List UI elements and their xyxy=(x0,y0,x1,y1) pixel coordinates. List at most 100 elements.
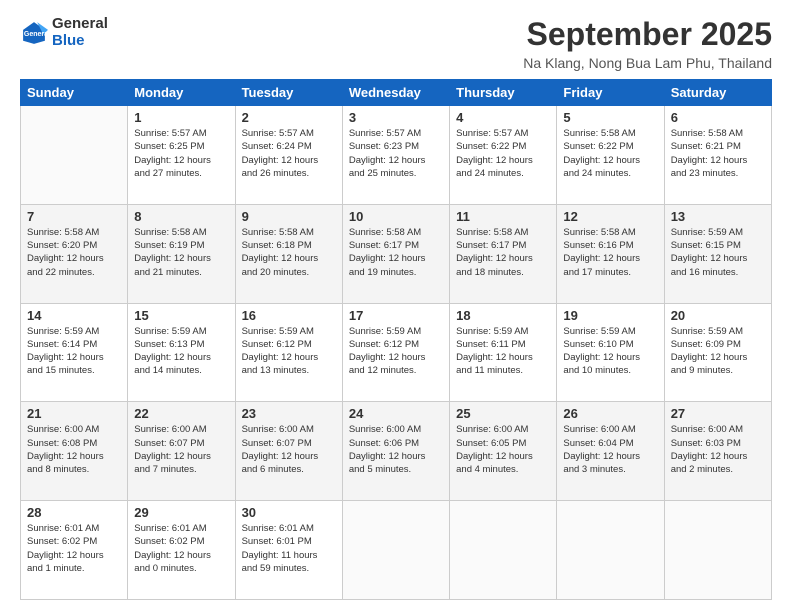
calendar-cell: 11Sunrise: 5:58 AM Sunset: 6:17 PM Dayli… xyxy=(450,204,557,303)
day-number: 19 xyxy=(563,308,657,323)
page: General General Blue September 2025 Na K… xyxy=(0,0,792,612)
location: Na Klang, Nong Bua Lam Phu, Thailand xyxy=(523,55,772,71)
day-number: 21 xyxy=(27,406,121,421)
day-info: Sunrise: 6:00 AM Sunset: 6:06 PM Dayligh… xyxy=(349,423,443,476)
day-info: Sunrise: 5:58 AM Sunset: 6:20 PM Dayligh… xyxy=(27,226,121,279)
svg-text:General: General xyxy=(24,31,48,38)
day-info: Sunrise: 5:59 AM Sunset: 6:12 PM Dayligh… xyxy=(242,325,336,378)
calendar-cell: 8 Sunrise: 5:58 AM Sunset: 6:19 PM Daylig… xyxy=(128,204,235,303)
day-number: 5 xyxy=(563,110,657,125)
day-number: 16 xyxy=(242,308,336,323)
calendar-cell: 25Sunrise: 6:00 AM Sunset: 6:05 PM Dayli… xyxy=(450,402,557,501)
month-title: September 2025 xyxy=(523,16,772,53)
calendar-week-row-3: 21 Sunrise: 6:00 AM Sunset: 6:08 PM Dayli… xyxy=(21,402,772,501)
calendar-cell xyxy=(21,106,128,205)
calendar-cell: 13Sunrise: 5:59 AM Sunset: 6:15 PM Dayli… xyxy=(664,204,771,303)
calendar-cell xyxy=(664,501,771,600)
col-monday: Monday xyxy=(128,80,235,106)
day-info: Sunrise: 6:00 AM Sunset: 6:05 PM Dayligh… xyxy=(456,423,550,476)
day-number: 30 xyxy=(242,505,336,520)
calendar-cell: 30Sunrise: 6:01 AM Sunset: 6:01 PM Dayli… xyxy=(235,501,342,600)
calendar-cell xyxy=(450,501,557,600)
calendar-cell xyxy=(342,501,449,600)
day-number: 18 xyxy=(456,308,550,323)
calendar-week-row-2: 14 Sunrise: 5:59 AM Sunset: 6:14 PM Dayli… xyxy=(21,303,772,402)
calendar-cell: 4 Sunrise: 5:57 AM Sunset: 6:22 PM Daylig… xyxy=(450,106,557,205)
day-number: 26 xyxy=(563,406,657,421)
day-number: 13 xyxy=(671,209,765,224)
calendar-header-row: Sunday Monday Tuesday Wednesday Thursday… xyxy=(21,80,772,106)
calendar-table: Sunday Monday Tuesday Wednesday Thursday… xyxy=(20,79,772,600)
calendar-cell: 22 Sunrise: 6:00 AM Sunset: 6:07 PM Dayli… xyxy=(128,402,235,501)
calendar-cell: 26 Sunrise: 6:00 AM Sunset: 6:04 PM Dayli… xyxy=(557,402,664,501)
calendar-cell: 16 Sunrise: 5:59 AM Sunset: 6:12 PM Dayli… xyxy=(235,303,342,402)
title-area: September 2025 Na Klang, Nong Bua Lam Ph… xyxy=(523,16,772,71)
day-info: Sunrise: 5:59 AM Sunset: 6:11 PM Dayligh… xyxy=(456,325,550,378)
calendar-cell: 24 Sunrise: 6:00 AM Sunset: 6:06 PM Dayli… xyxy=(342,402,449,501)
day-info: Sunrise: 5:57 AM Sunset: 6:25 PM Dayligh… xyxy=(134,127,228,180)
day-info: Sunrise: 5:58 AM Sunset: 6:21 PM Dayligh… xyxy=(671,127,765,180)
calendar-cell: 18 Sunrise: 5:59 AM Sunset: 6:11 PM Dayli… xyxy=(450,303,557,402)
day-info: Sunrise: 5:58 AM Sunset: 6:17 PM Dayligh… xyxy=(456,226,550,279)
day-info: Sunrise: 5:58 AM Sunset: 6:17 PM Dayligh… xyxy=(349,226,443,279)
day-info: Sunrise: 6:01 AM Sunset: 6:02 PM Dayligh… xyxy=(134,522,228,575)
day-number: 2 xyxy=(242,110,336,125)
calendar-cell: 6Sunrise: 5:58 AM Sunset: 6:21 PM Daylig… xyxy=(664,106,771,205)
calendar-cell: 2 Sunrise: 5:57 AM Sunset: 6:24 PM Daylig… xyxy=(235,106,342,205)
day-number: 8 xyxy=(134,209,228,224)
day-number: 24 xyxy=(349,406,443,421)
day-info: Sunrise: 6:00 AM Sunset: 6:04 PM Dayligh… xyxy=(563,423,657,476)
day-info: Sunrise: 5:57 AM Sunset: 6:23 PM Dayligh… xyxy=(349,127,443,180)
calendar-cell: 12 Sunrise: 5:58 AM Sunset: 6:16 PM Dayli… xyxy=(557,204,664,303)
calendar-cell: 5 Sunrise: 5:58 AM Sunset: 6:22 PM Daylig… xyxy=(557,106,664,205)
col-tuesday: Tuesday xyxy=(235,80,342,106)
day-info: Sunrise: 5:58 AM Sunset: 6:22 PM Dayligh… xyxy=(563,127,657,180)
calendar-cell: 23Sunrise: 6:00 AM Sunset: 6:07 PM Dayli… xyxy=(235,402,342,501)
day-info: Sunrise: 5:57 AM Sunset: 6:22 PM Dayligh… xyxy=(456,127,550,180)
day-info: Sunrise: 5:59 AM Sunset: 6:13 PM Dayligh… xyxy=(134,325,228,378)
calendar-cell: 1 Sunrise: 5:57 AM Sunset: 6:25 PM Daylig… xyxy=(128,106,235,205)
day-number: 4 xyxy=(456,110,550,125)
day-number: 29 xyxy=(134,505,228,520)
day-info: Sunrise: 5:59 AM Sunset: 6:10 PM Dayligh… xyxy=(563,325,657,378)
day-number: 1 xyxy=(134,110,228,125)
logo-text: General Blue xyxy=(52,16,108,49)
logo-icon: General xyxy=(20,19,48,47)
col-sunday: Sunday xyxy=(21,80,128,106)
day-number: 9 xyxy=(242,209,336,224)
calendar-week-row-0: 1 Sunrise: 5:57 AM Sunset: 6:25 PM Daylig… xyxy=(21,106,772,205)
day-info: Sunrise: 5:57 AM Sunset: 6:24 PM Dayligh… xyxy=(242,127,336,180)
col-thursday: Thursday xyxy=(450,80,557,106)
day-info: Sunrise: 5:58 AM Sunset: 6:19 PM Dayligh… xyxy=(134,226,228,279)
calendar-cell: 29 Sunrise: 6:01 AM Sunset: 6:02 PM Dayli… xyxy=(128,501,235,600)
col-saturday: Saturday xyxy=(664,80,771,106)
calendar-cell: 17Sunrise: 5:59 AM Sunset: 6:12 PM Dayli… xyxy=(342,303,449,402)
calendar-cell: 15 Sunrise: 5:59 AM Sunset: 6:13 PM Dayli… xyxy=(128,303,235,402)
day-info: Sunrise: 6:00 AM Sunset: 6:03 PM Dayligh… xyxy=(671,423,765,476)
calendar-cell: 3 Sunrise: 5:57 AM Sunset: 6:23 PM Daylig… xyxy=(342,106,449,205)
day-info: Sunrise: 5:59 AM Sunset: 6:14 PM Dayligh… xyxy=(27,325,121,378)
day-number: 27 xyxy=(671,406,765,421)
day-info: Sunrise: 6:00 AM Sunset: 6:08 PM Dayligh… xyxy=(27,423,121,476)
day-number: 14 xyxy=(27,308,121,323)
day-number: 22 xyxy=(134,406,228,421)
day-number: 3 xyxy=(349,110,443,125)
day-number: 7 xyxy=(27,209,121,224)
day-number: 12 xyxy=(563,209,657,224)
calendar-cell xyxy=(557,501,664,600)
col-friday: Friday xyxy=(557,80,664,106)
day-number: 20 xyxy=(671,308,765,323)
calendar-cell: 14 Sunrise: 5:59 AM Sunset: 6:14 PM Dayli… xyxy=(21,303,128,402)
col-wednesday: Wednesday xyxy=(342,80,449,106)
day-number: 15 xyxy=(134,308,228,323)
day-info: Sunrise: 5:58 AM Sunset: 6:16 PM Dayligh… xyxy=(563,226,657,279)
calendar-week-row-4: 28Sunrise: 6:01 AM Sunset: 6:02 PM Dayli… xyxy=(21,501,772,600)
calendar-cell: 9Sunrise: 5:58 AM Sunset: 6:18 PM Daylig… xyxy=(235,204,342,303)
calendar-cell: 28Sunrise: 6:01 AM Sunset: 6:02 PM Dayli… xyxy=(21,501,128,600)
calendar-cell: 21 Sunrise: 6:00 AM Sunset: 6:08 PM Dayli… xyxy=(21,402,128,501)
calendar-cell: 19 Sunrise: 5:59 AM Sunset: 6:10 PM Dayli… xyxy=(557,303,664,402)
day-number: 10 xyxy=(349,209,443,224)
header: General General Blue September 2025 Na K… xyxy=(20,16,772,71)
day-info: Sunrise: 6:00 AM Sunset: 6:07 PM Dayligh… xyxy=(134,423,228,476)
calendar-week-row-1: 7 Sunrise: 5:58 AM Sunset: 6:20 PM Daylig… xyxy=(21,204,772,303)
